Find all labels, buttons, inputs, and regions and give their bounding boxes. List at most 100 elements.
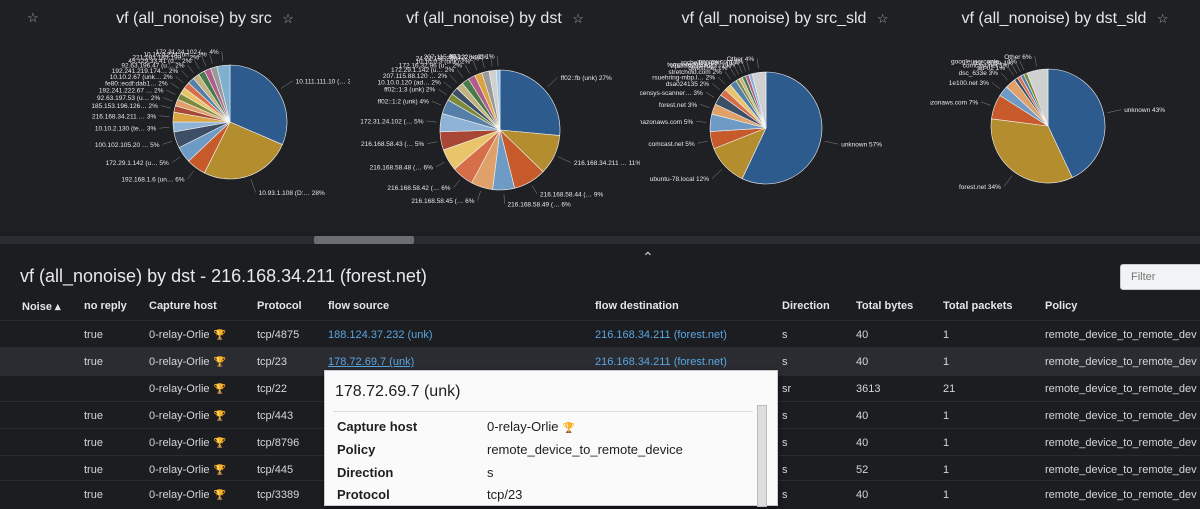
pie-leader-line	[504, 194, 505, 204]
pie-leader-line	[195, 61, 200, 70]
cell-total-packets: 1	[943, 356, 949, 368]
cell-total-bytes: 40	[856, 489, 868, 501]
cell-protocol: tcp/4875	[257, 329, 299, 341]
pie-leader-line	[181, 70, 188, 77]
flow-tooltip: 178.72.69.7 (unk) Capture host 0-relay-O…	[324, 370, 778, 506]
pie-slice-label: ff02::fb (unk) 27%	[561, 75, 612, 82]
pie-leader-line	[222, 51, 223, 61]
horizontal-scrollbar-track[interactable]	[0, 236, 1200, 244]
pie-leader-line	[444, 82, 452, 89]
flow-destination-link[interactable]: 216.168.34.211 (forest.net)	[595, 329, 727, 341]
pie-leader-line	[159, 127, 169, 128]
cell-capture-host: 0-relay-Orlie	[149, 356, 210, 368]
pie-chart: unknown 57%ubuntu-78.local 12%comcast.ne…	[640, 0, 930, 232]
table-row[interactable]: true 0-relay-Orlie🏆 tcp/4875 188.124.37.…	[0, 320, 1200, 349]
cell-protocol: tcp/23	[257, 356, 287, 368]
filter-input[interactable]	[1120, 264, 1200, 290]
col-flow-destination[interactable]: flow destination	[595, 300, 679, 312]
cell-policy: remote_device_to_remote_dev	[1045, 489, 1197, 501]
pie-leader-line	[176, 76, 184, 82]
pie-slice-label: 1e100.net 3%	[949, 80, 989, 87]
cell-capture-host: 0-relay-Orlie	[149, 329, 210, 341]
tooltip-value: tcp/23	[487, 487, 522, 502]
col-direction[interactable]: Direction	[782, 300, 830, 312]
pie-slice-label: 185.153.196.126… 2%	[91, 103, 158, 110]
cell-direction: sr	[782, 383, 791, 395]
col-capture-host[interactable]: Capture host	[149, 300, 217, 312]
tooltip-title: 178.72.69.7 (unk)	[335, 383, 460, 401]
col-protocol[interactable]: Protocol	[257, 300, 302, 312]
pie-leader-line	[251, 179, 256, 192]
pie-leader-line	[1020, 61, 1024, 70]
pie-slice-label: 172.29.1.142 (u… 5%	[106, 160, 169, 167]
pie-slice-label: 216.168.58.48 (… 6%	[370, 165, 433, 172]
trophy-icon: 🏆	[214, 357, 226, 368]
pie-leader-line	[712, 83, 720, 89]
pie-slice-label: 100.102.105.20 … 5%	[95, 142, 160, 149]
flow-source-link[interactable]: 188.124.37.232 (unk)	[328, 329, 433, 341]
col-noise[interactable]: Noise ▴	[22, 300, 61, 313]
trophy-icon: 🏆	[214, 330, 226, 341]
chart-title: vf (all_nonoise) by src_sld	[681, 10, 866, 27]
pie-leader-line	[188, 65, 194, 73]
pie-slice-label: 216.168.58.42 (… 6%	[387, 185, 450, 192]
cell-total-bytes: 40	[856, 437, 868, 449]
col-total-bytes[interactable]: Total bytes	[856, 300, 913, 312]
favorite-star-icon[interactable]: ☆	[27, 10, 39, 26]
col-total-packets[interactable]: Total packets	[943, 300, 1013, 312]
collapse-caret-icon[interactable]: ⌃	[642, 249, 654, 266]
pie-slice-label: 10.10.2.67 (unk… 2%	[110, 74, 173, 81]
pie-slice-label: forest.net 34%	[959, 184, 1001, 191]
pie-chart: ff02::fb (unk) 27%216.168.34.211 … 11%21…	[350, 0, 640, 232]
cell-capture-host: 0-relay-Orlie	[149, 383, 210, 395]
favorite-star-icon[interactable]: ☆	[572, 11, 584, 26]
pie-leader-line	[725, 71, 731, 79]
cell-direction: s	[782, 410, 788, 422]
cell-no-reply: true	[84, 489, 103, 501]
cell-protocol: tcp/3389	[257, 489, 299, 501]
pie-leader-line	[825, 141, 839, 144]
col-no-reply[interactable]: no reply	[84, 300, 127, 312]
favorite-star-icon[interactable]: ☆	[877, 11, 889, 26]
cell-total-bytes: 40	[856, 329, 868, 341]
cell-total-packets: 1	[943, 329, 949, 341]
cell-total-packets: 21	[943, 383, 955, 395]
tooltip-scrollbar[interactable]	[757, 405, 767, 507]
pie-leader-line	[1035, 56, 1037, 66]
horizontal-scrollbar-thumb[interactable]	[314, 236, 414, 244]
pie-leader-line	[171, 83, 179, 88]
pie-slice-label: comcast.net 5%	[648, 141, 694, 148]
pie-slice-label: ff02::1:2 (unk) 4%	[378, 99, 429, 106]
pie-slice[interactable]	[500, 70, 560, 136]
pie-slice-label: fe80::ecdf:dab1… 2%	[105, 80, 168, 87]
cell-total-packets: 1	[943, 464, 949, 476]
pie-leader-line	[1008, 67, 1014, 75]
pie-leader-line	[438, 89, 446, 95]
pie-chart: 10.111.111.10 (… 34%10.93.1.108 (D:… 28%…	[60, 0, 350, 232]
pie-leader-line	[167, 90, 176, 94]
flow-source-link[interactable]: 178.72.69.7 (unk)	[328, 356, 414, 368]
favorite-star-icon[interactable]: ☆	[282, 11, 294, 26]
trophy-icon: 🏆	[214, 384, 226, 395]
flow-destination-link[interactable]: 216.168.34.211 (forest.net)	[595, 356, 727, 368]
chart-title: vf (all_nonoise) by dst	[406, 10, 562, 27]
pie-leader-line	[1108, 110, 1122, 113]
cell-total-packets: 1	[943, 437, 949, 449]
cell-no-reply: true	[84, 464, 103, 476]
cell-no-reply: true	[84, 437, 103, 449]
pie-slice-label: 216.168.58.44 (… 9%	[540, 192, 603, 199]
col-policy[interactable]: Policy	[1045, 300, 1077, 312]
chart-title: vf (all_nonoise) by src	[116, 10, 272, 27]
favorite-star-icon[interactable]: ☆	[1157, 11, 1169, 26]
pie-leader-line	[454, 180, 460, 188]
col-flow-source[interactable]: flow source	[328, 300, 389, 312]
pie-leader-line	[457, 70, 463, 78]
cell-protocol: tcp/445	[257, 464, 293, 476]
pie-slice-label: dsa024135 2%	[666, 81, 710, 88]
pie-slice-label: 172.31.24.102 (… 4%	[156, 49, 219, 56]
pie-leader-line	[163, 141, 172, 144]
pie-slice-label: amazonaws.com 7%	[930, 99, 978, 106]
cell-capture-host: 0-relay-Orlie	[149, 410, 210, 422]
cell-total-bytes: 52	[856, 464, 868, 476]
tooltip-value: remote_device_to_remote_device	[487, 442, 683, 457]
